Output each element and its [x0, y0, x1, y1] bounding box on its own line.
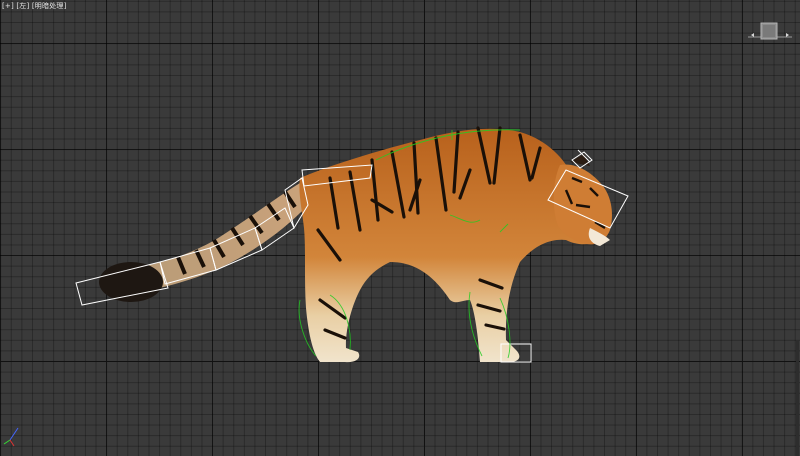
tiger-tail[interactable] — [99, 183, 308, 302]
tail-tip — [99, 262, 163, 302]
axis-tripod-icon — [3, 427, 19, 447]
viewport-scrollbar[interactable] — [796, 340, 799, 456]
tiger-rig-scene[interactable] — [0, 0, 800, 456]
viewport-left[interactable]: [+] [左] [明暗处理] — [0, 0, 800, 456]
tiger-body[interactable] — [299, 126, 610, 363]
